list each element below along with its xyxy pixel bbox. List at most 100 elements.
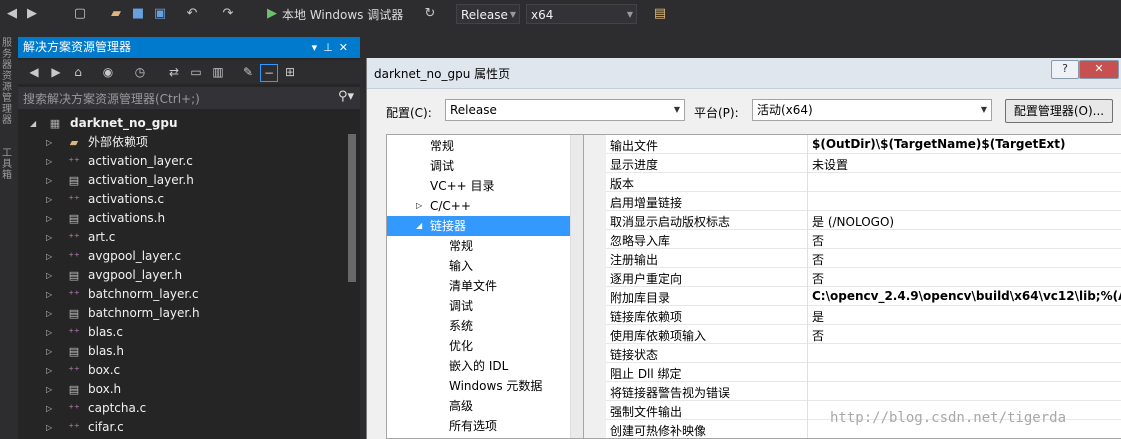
collapsed-arrow-icon[interactable]: ▷ (46, 209, 52, 228)
pending-changes-icon[interactable]: ◷ (132, 64, 148, 80)
start-debug-button[interactable]: 本地 Windows 调试器 (282, 5, 403, 25)
nav-item[interactable]: 调试 (387, 296, 573, 316)
property-row[interactable]: 链接库依赖项 是 (584, 306, 1121, 325)
close-icon[interactable]: ✕ (339, 41, 354, 54)
property-value[interactable]: 否 (812, 327, 824, 344)
toolbox-tab[interactable]: 工具箱 (2, 148, 16, 181)
tree-item[interactable]: ▷ ⁺⁺ cifar.c (18, 418, 344, 437)
switch-views-icon[interactable]: ◉ (100, 64, 116, 80)
property-value[interactable]: 未设置 (812, 156, 848, 173)
new-project-icon[interactable]: ▢ (72, 6, 88, 22)
open-folder-icon[interactable]: ▰ (108, 6, 124, 22)
property-value[interactable]: 是 (/NOLOGO) (812, 213, 894, 230)
search-icon[interactable]: ⚲▾ (338, 89, 354, 104)
property-row[interactable]: 附加库目录 C:\opencv_2.4.9\opencv\build\x64\vc… (584, 287, 1121, 306)
solution-config-select[interactable]: Release ▼ (456, 4, 520, 24)
collapsed-arrow-icon[interactable]: ▷ (46, 190, 52, 209)
nav-item[interactable]: 嵌入的 IDL (387, 356, 573, 376)
refresh-icon[interactable]: ↻ (422, 6, 438, 22)
property-row[interactable]: 取消显示启动版权标志 是 (/NOLOGO) (584, 211, 1121, 230)
collapsed-arrow-icon[interactable]: ▷ (46, 399, 52, 418)
forward-icon[interactable]: ▶ (48, 64, 64, 80)
property-row[interactable]: 忽略导入库 否 (584, 230, 1121, 249)
property-value[interactable]: 否 (812, 270, 824, 287)
property-row[interactable]: 链接状态 (584, 344, 1121, 363)
nav-item[interactable]: 高级 (387, 396, 573, 416)
config-select[interactable]: Release ▼ (445, 99, 685, 121)
property-row[interactable]: 逐用户重定向 否 (584, 268, 1121, 287)
help-button[interactable]: ? (1051, 60, 1079, 79)
collapsed-arrow-icon[interactable]: ▷ (46, 266, 52, 285)
tree-item[interactable]: ▷ ⁺⁺ art.c (18, 228, 344, 247)
property-value[interactable]: $(OutDir)\$(TargetName)$(TargetExt) (812, 137, 1066, 151)
nav-item[interactable]: 系统 (387, 316, 573, 336)
nav-item[interactable]: 清单文件 (387, 276, 573, 296)
tree-item[interactable]: ▷ ⁺⁺ batchnorm_layer.c (18, 285, 344, 304)
preview-icon[interactable]: − (260, 64, 278, 82)
tree-item[interactable]: ▷ ▤ batchnorm_layer.h (18, 304, 344, 323)
collapsed-arrow-icon[interactable]: ▷ (46, 342, 52, 361)
solution-tree-scrollbar[interactable] (348, 134, 356, 282)
nav-item[interactable]: ▷ C/C++ (387, 196, 573, 216)
save-all-icon[interactable]: ▣ (152, 6, 168, 22)
config-manager-button[interactable]: 配置管理器(O)... (1005, 99, 1113, 123)
property-row[interactable]: 启用增量链接 (584, 192, 1121, 211)
nav-item[interactable]: ◢ 链接器 (387, 216, 573, 236)
back-icon[interactable]: ◀ (26, 64, 42, 80)
property-value[interactable]: 否 (812, 251, 824, 268)
tree-item[interactable]: ▷ ▤ blas.h (18, 342, 344, 361)
collapsed-arrow-icon[interactable]: ▷ (46, 285, 52, 304)
property-value[interactable]: C:\opencv_2.4.9\opencv\build\x64\vc12\li… (812, 289, 1121, 303)
property-row[interactable]: 显示进度 未设置 (584, 154, 1121, 173)
back-icon[interactable]: ◀ (4, 6, 20, 22)
collapse-all-icon[interactable]: ▭ (188, 64, 204, 80)
start-debug-icon[interactable]: ▶ (264, 6, 280, 22)
project-node[interactable]: ◢ ▦ darknet_no_gpu (18, 114, 344, 133)
tree-item[interactable]: ▷ ⁺⁺ activations.c (18, 190, 344, 209)
undo-icon[interactable]: ↶ (184, 6, 200, 22)
solution-search-box[interactable]: 搜索解决方案资源管理器(Ctrl+;) ⚲▾ (18, 87, 360, 109)
tree-item[interactable]: ▷ ⁺⁺ blas.c (18, 323, 344, 342)
tree-item[interactable]: ▷ ▤ activations.h (18, 209, 344, 228)
find-in-files-icon[interactable]: ▤ (652, 6, 668, 22)
collapsed-arrow-icon[interactable]: ▷ (46, 171, 52, 190)
home-icon[interactable]: ⌂ (70, 64, 86, 80)
pin-icon[interactable]: ⊥ (323, 41, 339, 54)
tree-item[interactable]: ▷ ⁺⁺ box.c (18, 361, 344, 380)
collapsed-arrow-icon[interactable]: ▷ (46, 228, 52, 247)
nav-item[interactable]: 常规 (387, 236, 573, 256)
property-row[interactable]: 使用库依赖项输入 否 (584, 325, 1121, 344)
collapsed-arrow-icon[interactable]: ▷ (46, 247, 52, 266)
collapsed-arrow-icon[interactable]: ▷ (46, 304, 52, 323)
property-value[interactable]: 否 (812, 232, 824, 249)
dropdown-icon[interactable]: ▾ (312, 41, 324, 54)
properties-icon[interactable]: ✎ (240, 64, 256, 80)
show-all-files-icon[interactable]: ▥ (210, 64, 226, 80)
tree-item[interactable]: ▷ ▤ avgpool_layer.h (18, 266, 344, 285)
property-row[interactable]: 输出文件 $(OutDir)\$(TargetName)$(TargetExt) (584, 135, 1121, 154)
nav-item[interactable]: VC++ 目录 (387, 176, 573, 196)
tree-item[interactable]: ▷ ▰ 外部依赖项 (18, 133, 344, 152)
property-row[interactable]: 版本 (584, 173, 1121, 192)
collapsed-arrow-icon[interactable]: ▷ (46, 418, 52, 437)
server-explorer-tab[interactable]: 服务器资源管理器 (2, 38, 16, 126)
collapsed-arrow-icon[interactable]: ▷ (46, 323, 52, 342)
tree-item[interactable]: ▷ ⁺⁺ captcha.c (18, 399, 344, 418)
solution-platform-select[interactable]: x64 ▼ (526, 4, 637, 24)
nav-item[interactable]: 调试 (387, 156, 573, 176)
property-row[interactable]: 阻止 Dll 绑定 (584, 363, 1121, 382)
platform-select[interactable]: 活动(x64) ▼ (752, 99, 992, 121)
class-view-icon[interactable]: ⊞ (282, 64, 298, 80)
save-icon[interactable]: ■ (130, 6, 146, 22)
nav-item[interactable]: 常规 (387, 136, 573, 156)
nav-item[interactable]: 所有选项 (387, 416, 573, 436)
tree-item[interactable]: ▷ ▤ box.h (18, 380, 344, 399)
property-row[interactable]: 注册输出 否 (584, 249, 1121, 268)
sync-icon[interactable]: ⇄ (166, 64, 182, 80)
nav-item[interactable]: 优化 (387, 336, 573, 356)
property-value[interactable]: 是 (812, 308, 824, 325)
tree-item[interactable]: ▷ ⁺⁺ avgpool_layer.c (18, 247, 344, 266)
collapsed-arrow-icon[interactable]: ▷ (46, 133, 52, 152)
collapsed-arrow-icon[interactable]: ▷ (46, 152, 52, 171)
property-row[interactable]: 将链接器警告视为错误 (584, 382, 1121, 401)
